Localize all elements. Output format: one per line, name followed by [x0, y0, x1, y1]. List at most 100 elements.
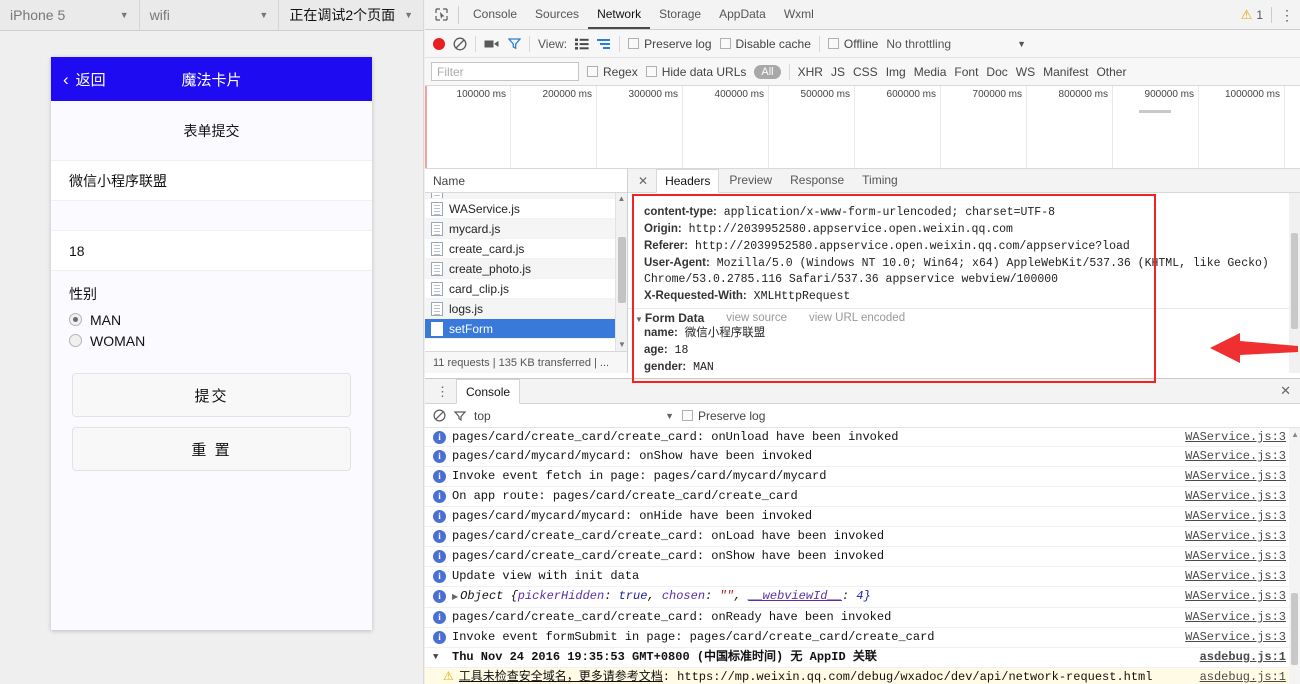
waterfall-view-icon[interactable]	[597, 38, 611, 50]
console-filter-icon[interactable]	[454, 410, 466, 422]
close-icon[interactable]: ✕	[632, 174, 654, 188]
clear-console-icon[interactable]	[433, 409, 446, 422]
log-source-link[interactable]: WAService.js:3	[1185, 428, 1286, 446]
list-item-selected[interactable]: setForm	[425, 319, 627, 339]
log-row[interactable]: i Invoke event formSubmit in page: pages…	[425, 628, 1300, 648]
close-icon[interactable]: ✕	[1280, 383, 1300, 399]
scrollbar-thumb[interactable]	[618, 237, 626, 303]
view-url-encoded-link[interactable]: view URL encoded	[809, 312, 905, 324]
radio-icon[interactable]	[69, 313, 82, 326]
filter-type-all[interactable]: All	[754, 64, 781, 79]
disclosure-triangle-icon[interactable]: ▶	[452, 593, 458, 602]
console-context-selector[interactable]: top ▼	[474, 409, 674, 423]
view-source-link[interactable]: view source	[726, 312, 787, 324]
scrollbar-thumb[interactable]	[1291, 233, 1298, 329]
disable-cache-checkbox[interactable]: Disable cache	[719, 37, 811, 51]
hide-data-urls-checkbox[interactable]: Hide data URLs	[645, 65, 746, 79]
log-row[interactable]: i pages/card/mycard/mycard: onShow have …	[425, 447, 1300, 467]
back-button[interactable]: ‹ 返回	[63, 69, 106, 90]
filter-type-xhr[interactable]: XHR	[798, 65, 823, 79]
device-selector[interactable]: iPhone 5 ▼	[0, 0, 140, 30]
radio-option-man[interactable]: MAN	[51, 309, 372, 330]
filter-type-css[interactable]: CSS	[853, 65, 878, 79]
chevron-down-icon[interactable]: ▼	[1017, 39, 1026, 49]
log-source-link[interactable]: WAService.js:3	[1185, 587, 1286, 606]
pages-selector[interactable]: 正在调试2个页面 ▼	[279, 0, 423, 30]
console-preserve-log-checkbox[interactable]: Preserve log	[682, 409, 765, 423]
preserve-log-checkbox[interactable]: Preserve log	[628, 37, 712, 51]
filter-type-doc[interactable]: Doc	[986, 65, 1007, 79]
tab-response[interactable]: Response	[782, 169, 852, 192]
tab-wxml[interactable]: Wxml	[775, 0, 823, 29]
filter-type-font[interactable]: Font	[954, 65, 978, 79]
list-view-icon[interactable]	[575, 38, 589, 50]
tab-console[interactable]: Console	[464, 0, 526, 29]
log-source-link[interactable]: WAService.js:3	[1185, 447, 1286, 466]
list-item[interactable]: create_photo.js	[425, 259, 627, 279]
log-source-link[interactable]: WAService.js:3	[1185, 527, 1286, 546]
warning-indicator[interactable]: ⚠ 1	[1241, 7, 1263, 23]
throttling-value[interactable]: No throttling	[886, 37, 951, 51]
log-row-group[interactable]: ▼ Thu Nov 24 2016 19:35:53 GMT+0800 (中国标…	[425, 648, 1300, 668]
disclosure-triangle-icon[interactable]: ▼	[635, 315, 643, 324]
network-overview-timeline[interactable]: 100000 ms 200000 ms 300000 ms 400000 ms …	[425, 86, 1300, 169]
filter-icon[interactable]	[508, 37, 521, 50]
scroll-down-icon[interactable]: ▼	[616, 339, 627, 351]
tab-network[interactable]: Network	[588, 0, 651, 29]
submit-button[interactable]: 提交	[72, 373, 351, 417]
more-options-icon[interactable]: ⋮	[429, 385, 456, 398]
list-item[interactable]: WAService.js	[425, 199, 627, 219]
log-source-link[interactable]: asdebug.js:1	[1200, 668, 1286, 684]
log-row[interactable]: i Update view with init data WAService.j…	[425, 567, 1300, 587]
form-data-header[interactable]: ▼ Form Data view source view URL encoded	[635, 311, 1300, 325]
filter-type-other[interactable]: Other	[1096, 65, 1126, 79]
tab-preview[interactable]: Preview	[721, 169, 780, 192]
reset-button[interactable]: 重 置	[72, 427, 351, 471]
scroll-up-icon[interactable]: ▲	[616, 193, 627, 205]
radio-icon[interactable]	[69, 334, 82, 347]
record-button[interactable]	[433, 37, 445, 50]
log-row[interactable]: i On app route: pages/card/create_card/c…	[425, 487, 1300, 507]
log-source-link[interactable]: asdebug.js:1	[1200, 648, 1286, 667]
tab-headers[interactable]: Headers	[656, 168, 720, 193]
regex-checkbox[interactable]: Regex	[587, 65, 638, 79]
list-item[interactable]: create_card.js	[425, 239, 627, 259]
scroll-up-icon[interactable]: ▲	[1291, 430, 1299, 439]
log-row[interactable]: i pages/card/create_card/create_card: on…	[425, 428, 1300, 447]
filter-input[interactable]	[431, 62, 579, 81]
console-scrollbar[interactable]: ▲	[1289, 428, 1300, 684]
tab-sources[interactable]: Sources	[526, 0, 588, 29]
more-options-icon[interactable]: ⋮	[1280, 8, 1294, 22]
filter-type-img[interactable]: Img	[886, 65, 906, 79]
list-item[interactable]: card_clip.js	[425, 279, 627, 299]
age-input[interactable]: 18	[51, 230, 372, 271]
log-source-link[interactable]: WAService.js:3	[1185, 507, 1286, 526]
log-source-link[interactable]: WAService.js:3	[1185, 487, 1286, 506]
tab-console-drawer[interactable]: Console	[456, 378, 521, 404]
offline-checkbox[interactable]: Offline	[827, 37, 878, 51]
tab-appdata[interactable]: AppData	[710, 0, 775, 29]
clear-icon[interactable]	[453, 37, 467, 51]
list-item[interactable]: mycard.js	[425, 219, 627, 239]
inspect-element-icon[interactable]	[429, 3, 453, 27]
name-input[interactable]: 微信小程序联盟	[51, 160, 372, 201]
console-log-list[interactable]: i pages/card/create_card/create_card: on…	[425, 428, 1300, 684]
tab-storage[interactable]: Storage	[650, 0, 710, 29]
list-item[interactable]: logs.js	[425, 299, 627, 319]
log-row[interactable]: i pages/card/create_card/create_card: on…	[425, 547, 1300, 567]
filter-type-js[interactable]: JS	[831, 65, 845, 79]
scrollbar-thumb[interactable]	[1291, 593, 1298, 665]
filter-type-ws[interactable]: WS	[1016, 65, 1035, 79]
requests-scrollbar[interactable]: ▲ ▼	[615, 193, 627, 351]
disclosure-triangle-icon[interactable]: ▼	[433, 648, 446, 667]
log-source-link[interactable]: WAService.js:3	[1185, 547, 1286, 566]
log-row-object[interactable]: i ▶ Object {pickerHidden: true, chosen: "…	[425, 587, 1300, 608]
log-source-link[interactable]: WAService.js:3	[1185, 567, 1286, 586]
log-source-link[interactable]: WAService.js:3	[1185, 628, 1286, 647]
log-source-link[interactable]: WAService.js:3	[1185, 608, 1286, 627]
requests-list[interactable]: WAService.js mycard.js create_card.js cr…	[425, 193, 627, 351]
log-row[interactable]: i pages/card/create_card/create_card: on…	[425, 527, 1300, 547]
filter-type-manifest[interactable]: Manifest	[1043, 65, 1088, 79]
filter-type-media[interactable]: Media	[914, 65, 947, 79]
radio-option-woman[interactable]: WOMAN	[51, 330, 372, 351]
